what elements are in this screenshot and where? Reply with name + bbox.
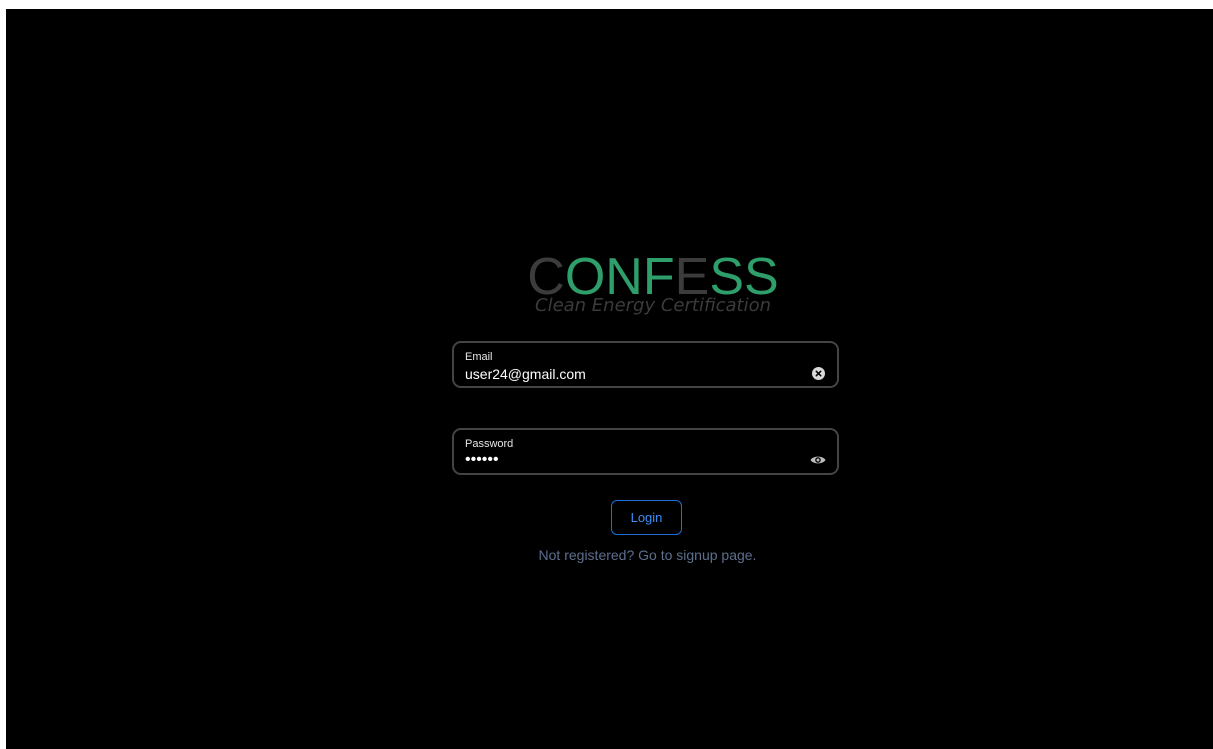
- email-label: Email: [465, 351, 493, 363]
- password-label: Password: [465, 438, 514, 450]
- eye-icon[interactable]: [810, 454, 826, 466]
- password-value: ••••••: [465, 451, 499, 468]
- email-field[interactable]: Email user24@gmail.com: [452, 341, 839, 388]
- app-tagline: Clean Energy Certification: [535, 295, 771, 316]
- login-screen: CONFESS Clean Energy Certification Email…: [6, 9, 1213, 749]
- password-field[interactable]: Password ••••••: [452, 428, 839, 475]
- login-button[interactable]: Login: [611, 500, 682, 535]
- email-value: user24@gmail.com: [465, 366, 586, 382]
- signup-link[interactable]: Not registered? Go to signup page.: [6, 547, 1213, 563]
- clear-icon[interactable]: [812, 367, 825, 380]
